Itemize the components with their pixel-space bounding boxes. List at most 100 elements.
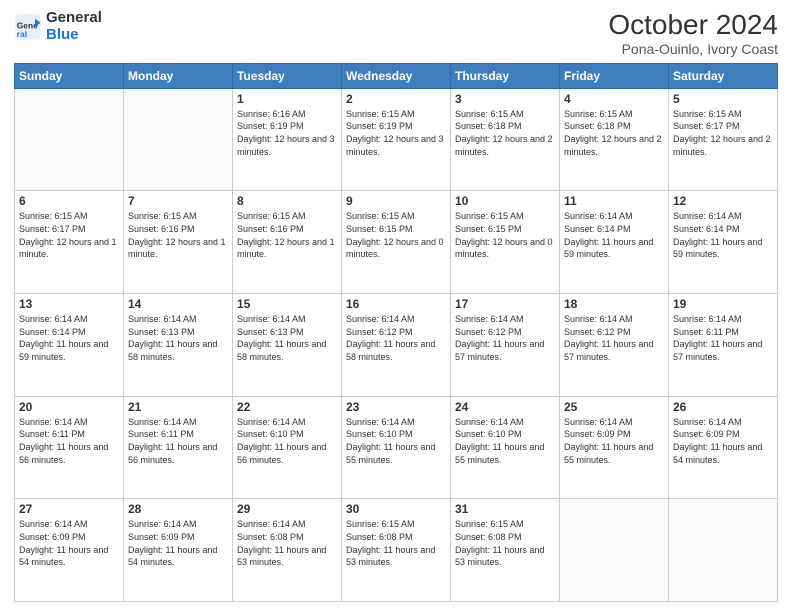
table-row: 24 Sunrise: 6:14 AM Sunset: 6:10 PM Dayli… [451, 396, 560, 499]
day-number: 26 [673, 400, 773, 414]
col-monday: Monday [124, 63, 233, 88]
table-row [669, 499, 778, 602]
day-number: 14 [128, 297, 228, 311]
day-info: Sunrise: 6:15 AM Sunset: 6:08 PM Dayligh… [455, 518, 555, 568]
page: Gene ral General Blue October 2024 Pona-… [0, 0, 792, 612]
svg-text:ral: ral [17, 28, 27, 38]
day-info: Sunrise: 6:14 AM Sunset: 6:12 PM Dayligh… [455, 313, 555, 363]
day-number: 29 [237, 502, 337, 516]
table-row: 19Sunrise: 6:14 AM Sunset: 6:11 PM Dayli… [669, 294, 778, 397]
table-row: 25Sunrise: 6:14 AM Sunset: 6:09 PM Dayli… [560, 396, 669, 499]
day-number: 12 [673, 194, 773, 208]
calendar-week-row: 6 Sunrise: 6:15 AM Sunset: 6:17 PM Daylig… [15, 191, 778, 294]
day-number: 27 [19, 502, 119, 516]
day-info: Sunrise: 6:14 AM Sunset: 6:10 PM Dayligh… [237, 416, 337, 466]
day-number: 17 [455, 297, 555, 311]
day-info: Sunrise: 6:15 AM Sunset: 6:15 PM Dayligh… [346, 210, 446, 260]
day-number: 24 [455, 400, 555, 414]
header: Gene ral General Blue October 2024 Pona-… [14, 10, 778, 57]
table-row: 28 Sunrise: 6:14 AM Sunset: 6:09 PM Dayli… [124, 499, 233, 602]
day-number: 15 [237, 297, 337, 311]
table-row: 16Sunrise: 6:14 AM Sunset: 6:12 PM Dayli… [342, 294, 451, 397]
table-row: 26 Sunrise: 6:14 AM Sunset: 6:09 PM Dayli… [669, 396, 778, 499]
logo-text2: Blue [46, 27, 102, 44]
day-info: Sunrise: 6:15 AM Sunset: 6:17 PM Dayligh… [673, 108, 773, 158]
table-row: 4 Sunrise: 6:15 AM Sunset: 6:18 PM Daylig… [560, 88, 669, 191]
day-number: 4 [564, 92, 664, 106]
day-number: 3 [455, 92, 555, 106]
day-number: 23 [346, 400, 446, 414]
table-row: 18 Sunrise: 6:14 AM Sunset: 6:12 PM Dayli… [560, 294, 669, 397]
table-row: 9 Sunrise: 6:15 AM Sunset: 6:15 PM Daylig… [342, 191, 451, 294]
day-number: 6 [19, 194, 119, 208]
day-info: Sunrise: 6:15 AM Sunset: 6:19 PM Dayligh… [346, 108, 446, 158]
day-info: Sunrise: 6:15 AM Sunset: 6:16 PM Dayligh… [237, 210, 337, 260]
table-row: 8 Sunrise: 6:15 AM Sunset: 6:16 PM Daylig… [233, 191, 342, 294]
day-number: 22 [237, 400, 337, 414]
table-row: 21 Sunrise: 6:14 AM Sunset: 6:11 PM Dayli… [124, 396, 233, 499]
day-info: Sunrise: 6:14 AM Sunset: 6:09 PM Dayligh… [128, 518, 228, 568]
calendar-week-row: 27 Sunrise: 6:14 AM Sunset: 6:09 PM Dayli… [15, 499, 778, 602]
table-row: 7 Sunrise: 6:15 AM Sunset: 6:16 PM Daylig… [124, 191, 233, 294]
day-number: 2 [346, 92, 446, 106]
calendar-week-row: 1Sunrise: 6:16 AM Sunset: 6:19 PM Daylig… [15, 88, 778, 191]
day-number: 5 [673, 92, 773, 106]
col-wednesday: Wednesday [342, 63, 451, 88]
calendar-week-row: 20 Sunrise: 6:14 AM Sunset: 6:11 PM Dayli… [15, 396, 778, 499]
day-number: 18 [564, 297, 664, 311]
day-number: 30 [346, 502, 446, 516]
day-info: Sunrise: 6:14 AM Sunset: 6:12 PM Dayligh… [564, 313, 664, 363]
day-info: Sunrise: 6:15 AM Sunset: 6:08 PM Dayligh… [346, 518, 446, 568]
day-number: 7 [128, 194, 228, 208]
day-info: Sunrise: 6:14 AM Sunset: 6:13 PM Dayligh… [128, 313, 228, 363]
col-friday: Friday [560, 63, 669, 88]
day-info: Sunrise: 6:14 AM Sunset: 6:14 PM Dayligh… [564, 210, 664, 260]
title-block: October 2024 Pona-Ouinlo, Ivory Coast [608, 10, 778, 57]
day-number: 13 [19, 297, 119, 311]
day-info: Sunrise: 6:15 AM Sunset: 6:15 PM Dayligh… [455, 210, 555, 260]
logo-icon: Gene ral [14, 13, 42, 41]
day-number: 9 [346, 194, 446, 208]
day-info: Sunrise: 6:15 AM Sunset: 6:17 PM Dayligh… [19, 210, 119, 260]
table-row: 22 Sunrise: 6:14 AM Sunset: 6:10 PM Dayli… [233, 396, 342, 499]
table-row: 3 Sunrise: 6:15 AM Sunset: 6:18 PM Daylig… [451, 88, 560, 191]
day-info: Sunrise: 6:15 AM Sunset: 6:18 PM Dayligh… [564, 108, 664, 158]
table-row: 2 Sunrise: 6:15 AM Sunset: 6:19 PM Daylig… [342, 88, 451, 191]
table-row: 1Sunrise: 6:16 AM Sunset: 6:19 PM Daylig… [233, 88, 342, 191]
table-row: 15 Sunrise: 6:14 AM Sunset: 6:13 PM Dayli… [233, 294, 342, 397]
table-row [124, 88, 233, 191]
col-thursday: Thursday [451, 63, 560, 88]
table-row: 13Sunrise: 6:14 AM Sunset: 6:14 PM Dayli… [15, 294, 124, 397]
table-row: 10Sunrise: 6:15 AM Sunset: 6:15 PM Dayli… [451, 191, 560, 294]
day-number: 28 [128, 502, 228, 516]
day-info: Sunrise: 6:14 AM Sunset: 6:08 PM Dayligh… [237, 518, 337, 568]
calendar-subtitle: Pona-Ouinlo, Ivory Coast [608, 41, 778, 57]
day-info: Sunrise: 6:14 AM Sunset: 6:09 PM Dayligh… [564, 416, 664, 466]
day-info: Sunrise: 6:14 AM Sunset: 6:11 PM Dayligh… [128, 416, 228, 466]
table-row: 27 Sunrise: 6:14 AM Sunset: 6:09 PM Dayli… [15, 499, 124, 602]
day-number: 21 [128, 400, 228, 414]
day-info: Sunrise: 6:14 AM Sunset: 6:11 PM Dayligh… [673, 313, 773, 363]
calendar-title: October 2024 [608, 10, 778, 41]
day-number: 20 [19, 400, 119, 414]
day-info: Sunrise: 6:14 AM Sunset: 6:09 PM Dayligh… [673, 416, 773, 466]
day-info: Sunrise: 6:15 AM Sunset: 6:16 PM Dayligh… [128, 210, 228, 260]
calendar-header-row: Sunday Monday Tuesday Wednesday Thursday… [15, 63, 778, 88]
calendar-table: Sunday Monday Tuesday Wednesday Thursday… [14, 63, 778, 602]
logo: Gene ral General Blue [14, 10, 102, 43]
day-number: 8 [237, 194, 337, 208]
day-info: Sunrise: 6:14 AM Sunset: 6:10 PM Dayligh… [455, 416, 555, 466]
day-info: Sunrise: 6:14 AM Sunset: 6:09 PM Dayligh… [19, 518, 119, 568]
col-tuesday: Tuesday [233, 63, 342, 88]
day-info: Sunrise: 6:14 AM Sunset: 6:14 PM Dayligh… [673, 210, 773, 260]
day-info: Sunrise: 6:15 AM Sunset: 6:18 PM Dayligh… [455, 108, 555, 158]
table-row: 5 Sunrise: 6:15 AM Sunset: 6:17 PM Daylig… [669, 88, 778, 191]
day-info: Sunrise: 6:14 AM Sunset: 6:13 PM Dayligh… [237, 313, 337, 363]
day-info: Sunrise: 6:14 AM Sunset: 6:10 PM Dayligh… [346, 416, 446, 466]
table-row: 30 Sunrise: 6:15 AM Sunset: 6:08 PM Dayli… [342, 499, 451, 602]
day-number: 1 [237, 92, 337, 106]
table-row [15, 88, 124, 191]
table-row: 29 Sunrise: 6:14 AM Sunset: 6:08 PM Dayli… [233, 499, 342, 602]
day-info: Sunrise: 6:14 AM Sunset: 6:11 PM Dayligh… [19, 416, 119, 466]
logo-text: General [46, 10, 102, 27]
